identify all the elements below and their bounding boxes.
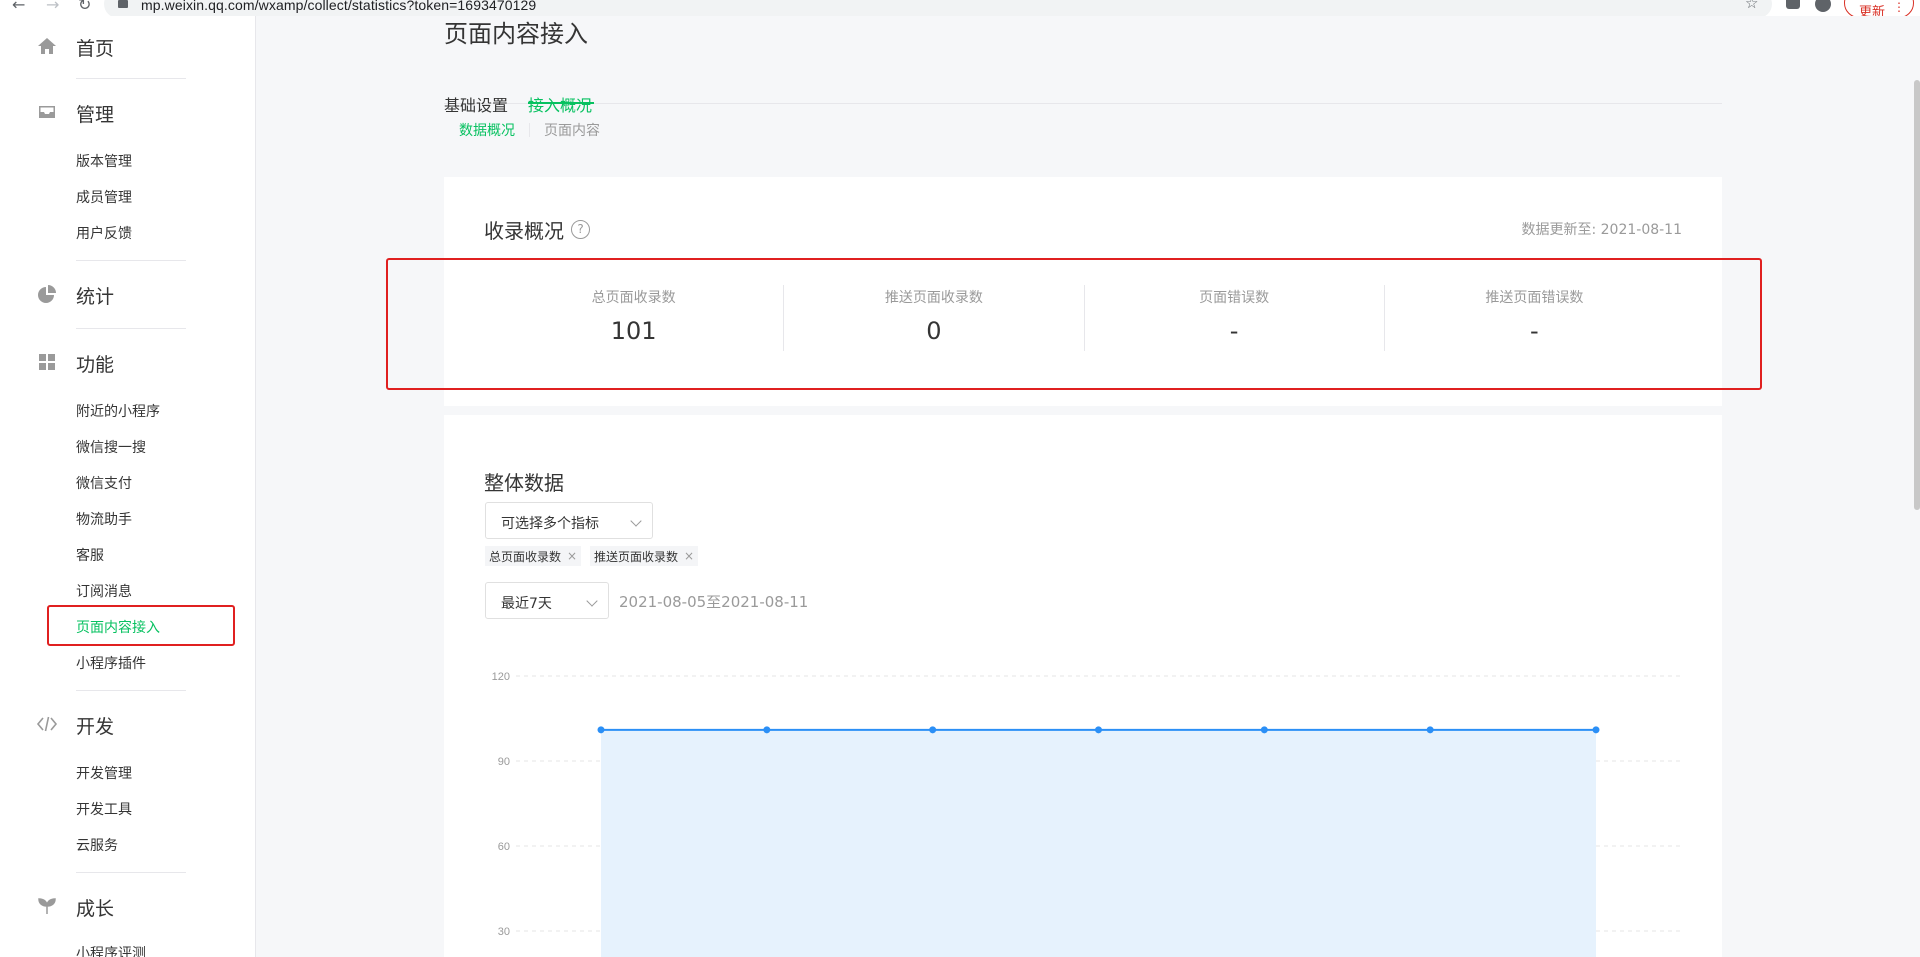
series-area [601, 729, 1596, 957]
sidebar-item-feedback[interactable]: 用户反馈 [76, 224, 132, 244]
metric-tag-label: 推送页面收录数 [594, 549, 679, 564]
metric-tag-label: 总页面收录数 [489, 549, 562, 564]
divider [76, 260, 186, 261]
back-icon[interactable]: ← [12, 0, 25, 14]
sidebar-item-pay[interactable]: 微信支付 [76, 474, 132, 494]
overall-title: 整体数据 [484, 471, 564, 495]
sidebar: 首页 管理 版本管理 成员管理 用户反馈 统计 功能 附近的小程序 微信搜一搜 … [0, 16, 256, 957]
sprout-icon [36, 896, 58, 918]
page-scrollbar[interactable] [1914, 80, 1920, 510]
sidebar-item-label: 统计 [76, 285, 115, 308]
metric-tag: 总页面收录数 × [485, 546, 582, 566]
sidebar-item-label: 开发 [76, 715, 115, 738]
divider [76, 328, 186, 329]
sidebar-item-label: 成长 [76, 897, 115, 920]
overview-title-text: 收录概况 [484, 219, 564, 243]
overall-line-chart: 120 90 60 30 [492, 672, 1681, 957]
chevron-down-icon [630, 515, 642, 527]
profile-icon[interactable] [1815, 0, 1831, 12]
y-tick-label: 30 [498, 926, 510, 938]
url-text: mp.weixin.qq.com/wxamp/collect/statistic… [141, 0, 537, 13]
sidebar-item-cloud[interactable]: 云服务 [76, 836, 118, 856]
data-point[interactable] [1260, 726, 1268, 734]
sidebar-item-logistics[interactable]: 物流助手 [76, 510, 132, 530]
sidebar-item-nearby[interactable]: 附近的小程序 [76, 402, 160, 422]
forward-icon[interactable]: → [46, 0, 59, 14]
sidebar-item-growth[interactable]: 成长 [36, 892, 114, 922]
more-menu-icon: ⋮ [1893, 0, 1905, 14]
address-bar[interactable]: mp.weixin.qq.com/wxamp/collect/statistic… [104, 0, 1772, 16]
lock-icon [118, 0, 128, 8]
sidebar-item-label: 首页 [76, 37, 115, 60]
period-select-value: 最近7天 [501, 596, 552, 612]
data-point[interactable] [929, 726, 937, 734]
sidebar-item-members[interactable]: 成员管理 [76, 188, 132, 208]
data-point[interactable] [597, 726, 605, 734]
data-point[interactable] [1592, 726, 1600, 734]
sidebar-item-label: 管理 [76, 103, 115, 126]
subtab-page-content[interactable]: 页面内容 [544, 120, 600, 140]
divider [76, 690, 186, 691]
extensions-icon[interactable] [1786, 0, 1800, 9]
sidebar-item-home[interactable]: 首页 [36, 32, 114, 62]
grid-icon [36, 352, 58, 374]
page-title: 页面内容接入 [444, 20, 588, 48]
sidebar-item-evaluation[interactable]: 小程序评测 [76, 944, 146, 957]
period-select[interactable]: 最近7天 [485, 582, 609, 619]
sidebar-item-features[interactable]: 功能 [36, 348, 114, 378]
data-point[interactable] [763, 726, 771, 734]
sidebar-item-dev-manage[interactable]: 开发管理 [76, 764, 132, 784]
subtab-data-overview[interactable]: 数据概况 [459, 120, 515, 140]
tab-basic-settings[interactable]: 基础设置 [444, 92, 508, 116]
sidebar-item-search[interactable]: 微信搜一搜 [76, 438, 146, 458]
date-range: 2021-08-05至2021-08-11 [619, 593, 809, 611]
y-tick-label: 60 [498, 841, 510, 853]
sidebar-item-service[interactable]: 客服 [76, 546, 104, 566]
subtab-bar: 数据概况 页面内容 [459, 120, 600, 140]
sidebar-item-subscribe[interactable]: 订阅消息 [76, 582, 132, 602]
sidebar-item-label: 功能 [76, 353, 115, 376]
overview-title: 收录概况 ? [484, 215, 590, 244]
y-tick-label: 120 [492, 672, 510, 683]
code-icon [36, 714, 58, 736]
chevron-down-icon [586, 595, 598, 607]
sidebar-item-stats[interactable]: 统计 [36, 280, 114, 310]
metric-select-value: 可选择多个指标 [501, 516, 599, 532]
update-button[interactable]: 更新 ⋮ [1844, 0, 1914, 16]
divider [529, 123, 530, 137]
metric-select[interactable]: 可选择多个指标 [485, 502, 653, 539]
inbox-icon [36, 102, 58, 124]
update-label: 更新 [1859, 5, 1886, 16]
tab-overview[interactable]: 接入概况 [528, 92, 592, 116]
tab-active-indicator [528, 102, 594, 104]
pie-chart-icon [36, 284, 58, 306]
bookmark-star-icon[interactable]: ☆ [1745, 0, 1758, 12]
y-tick-label: 90 [498, 756, 510, 768]
sidebar-item-plugins[interactable]: 小程序插件 [76, 654, 146, 674]
update-date: 数据更新至: 2021-08-11 [1521, 222, 1682, 238]
metric-tag: 推送页面收录数 × [590, 546, 699, 566]
home-icon [36, 36, 58, 58]
annotation-highlight-stats [386, 258, 1762, 390]
sidebar-item-dev[interactable]: 开发 [36, 710, 114, 740]
annotation-highlight-sidebar [47, 605, 235, 646]
browser-toolbar: ← → ↻ mp.weixin.qq.com/wxamp/collect/sta… [0, 0, 1920, 16]
data-point[interactable] [1426, 726, 1434, 734]
close-icon[interactable]: × [567, 549, 577, 563]
divider [76, 872, 186, 873]
sidebar-item-version[interactable]: 版本管理 [76, 152, 132, 172]
sidebar-item-manage[interactable]: 管理 [36, 98, 114, 128]
reload-icon[interactable]: ↻ [78, 0, 91, 14]
tab-bar: 基础设置 接入概况 [444, 74, 1722, 115]
close-icon[interactable]: × [684, 549, 694, 563]
data-point[interactable] [1095, 726, 1102, 734]
divider [76, 78, 186, 79]
help-icon[interactable]: ? [571, 220, 590, 239]
sidebar-item-dev-tools[interactable]: 开发工具 [76, 800, 132, 820]
